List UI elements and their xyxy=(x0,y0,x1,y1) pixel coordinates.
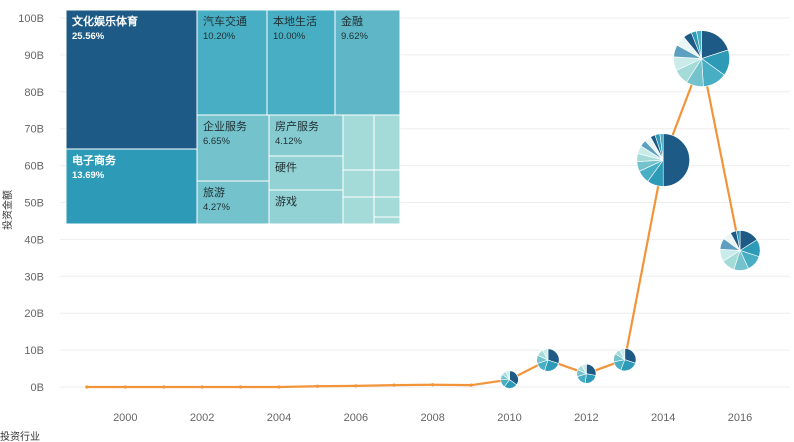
pie-marker xyxy=(500,370,519,389)
data-point xyxy=(277,385,281,389)
x-tick-label: 2016 xyxy=(728,412,752,424)
y-tick-label: 80B xyxy=(24,87,44,99)
pie-slice xyxy=(584,373,597,384)
treemap-cell-name: 房产服务 xyxy=(275,119,319,133)
treemap-cell-small xyxy=(342,169,375,198)
pie-slice xyxy=(662,133,690,187)
pie-marker xyxy=(576,363,597,384)
pie-marker xyxy=(536,348,560,372)
treemap-cell: 电子商务 13.69% xyxy=(65,148,198,225)
y-axis-ticks: 0B 10B 20B 30B 40B 50B 60B 70B 80B 90B 100B xyxy=(18,13,44,394)
treemap-cell-name: 汽车交通 xyxy=(203,14,247,28)
data-point xyxy=(392,383,396,387)
y-tick-label: 0B xyxy=(31,382,44,394)
data-point xyxy=(354,384,358,388)
treemap-cell: 企业服务 6.65% xyxy=(196,114,270,182)
y-tick-label: 90B xyxy=(24,50,44,62)
treemap-cell-pct: 6.65% xyxy=(203,136,230,147)
treemap-cell-name: 企业服务 xyxy=(203,119,247,133)
data-point xyxy=(162,385,166,389)
y-tick-label: 50B xyxy=(24,198,44,210)
treemap-cell: 游戏 xyxy=(268,189,344,225)
treemap-cell-small xyxy=(342,196,375,225)
data-point xyxy=(315,384,320,388)
x-tick-label: 2012 xyxy=(574,412,598,424)
treemap-cell-small xyxy=(373,114,401,171)
y-tick-label: 40B xyxy=(24,234,44,246)
treemap-legend-label: 投资行业 xyxy=(0,430,40,442)
pie-marker xyxy=(719,230,761,271)
treemap-cell: 旅游 4.27% xyxy=(196,180,270,225)
treemap-cell-small xyxy=(342,114,375,171)
treemap-cell-small xyxy=(373,196,401,218)
treemap-cell-small xyxy=(373,216,401,225)
data-point xyxy=(238,385,243,389)
pie-marker xyxy=(613,348,637,372)
x-axis-ticks: 2000 2002 2004 2006 2008 2010 2012 2014 2016 xyxy=(113,412,752,424)
treemap-cell-name: 本地生活 xyxy=(273,14,317,28)
treemap-cell: 房产服务 4.12% xyxy=(268,114,344,157)
treemap-cell-name: 硬件 xyxy=(275,161,297,174)
treemap-cell-name: 游戏 xyxy=(275,195,297,208)
industry-treemap: 文化娱乐体育 25.56% 电子商务 13.69% 汽车交通 10.20% 本地生活 10.0… xyxy=(65,9,401,225)
investment-chart: 0B10B20B30B40B50B60B70B80B90B100B 2000 20… xyxy=(0,9,790,442)
treemap-cell-pct: 25.56% xyxy=(72,31,105,42)
x-tick-label: 2006 xyxy=(344,412,368,424)
treemap-cell-pct: 4.27% xyxy=(203,202,230,213)
x-tick-label: 2014 xyxy=(651,412,675,424)
treemap-cell: 汽车交通 10.20% xyxy=(196,9,268,116)
y-tick-label: 60B xyxy=(24,161,44,173)
treemap-cell-pct: 10.00% xyxy=(273,31,306,42)
x-tick-label: 2000 xyxy=(113,412,137,424)
treemap-cell-pct: 4.12% xyxy=(275,136,302,147)
data-point xyxy=(469,383,473,387)
treemap-cell-small xyxy=(373,169,401,198)
treemap-cell: 硬件 xyxy=(268,155,344,191)
y-tick-label: 10B xyxy=(24,345,44,357)
x-tick-label: 2008 xyxy=(420,412,444,424)
y-tick-label: 30B xyxy=(24,271,44,283)
data-point xyxy=(431,383,435,387)
treemap-cell-name: 电子商务 xyxy=(72,153,117,167)
treemap-cell-pct: 10.20% xyxy=(203,31,236,42)
treemap-cell-name: 金融 xyxy=(341,14,363,28)
data-point xyxy=(85,385,89,389)
pie-marker xyxy=(636,133,690,187)
x-tick-label: 2002 xyxy=(190,412,214,424)
x-tick-label: 2010 xyxy=(497,412,521,424)
y-axis-title: 投资金额 xyxy=(1,190,14,230)
data-point xyxy=(123,385,127,389)
data-point xyxy=(200,385,204,389)
treemap-cell-pct: 13.69% xyxy=(72,170,105,181)
treemap-cell: 文化娱乐体育 25.56% xyxy=(65,9,198,150)
treemap-cell: 本地生活 10.00% xyxy=(266,9,336,116)
x-tick-label: 2004 xyxy=(267,412,291,424)
y-tick-label: 70B xyxy=(24,124,44,136)
treemap-cell: 金融 9.62% xyxy=(334,9,401,116)
treemap-cell-name: 旅游 xyxy=(203,185,225,199)
treemap-cell-pct: 9.62% xyxy=(341,31,368,42)
y-tick-label: 20B xyxy=(24,308,44,320)
y-tick-label: 100B xyxy=(18,13,44,25)
pie-marker xyxy=(673,30,730,87)
treemap-cell-name: 文化娱乐体育 xyxy=(72,14,138,28)
